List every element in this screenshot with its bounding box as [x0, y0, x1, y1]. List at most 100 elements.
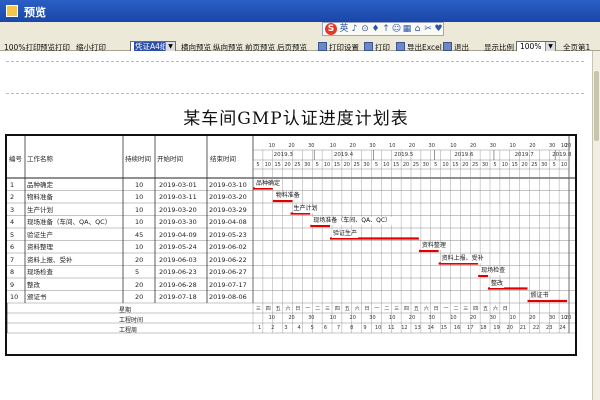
day-tick-label: 20: [288, 143, 295, 149]
day-tick-label: 20: [564, 143, 572, 149]
gantt-bar-label: 颁证书: [529, 292, 550, 300]
task-duration: 10: [135, 205, 144, 214]
weekday-cell: 四: [334, 305, 340, 312]
task-end-date: 2019-06-27: [209, 268, 247, 276]
day-tick-label: 30: [489, 143, 497, 149]
week-number-cell: 11: [388, 325, 395, 331]
vertical-scrollbar[interactable]: [592, 51, 600, 400]
gantt-bar-label: 整改: [490, 279, 505, 288]
column-header: 持续时间: [125, 155, 151, 163]
gantt-bar-label: 物料准备: [274, 192, 301, 200]
task-number: 4: [10, 218, 15, 226]
month-label: 2019.3: [273, 152, 293, 158]
excel-icon: [396, 42, 405, 51]
task-number: 8: [10, 268, 15, 276]
day-counter-label: 10: [323, 161, 331, 168]
day-tick-label: 10: [450, 143, 457, 149]
floating-ime-toolbar[interactable]: S 英 ♪ ⊙ ♦ ↑ ☺ ▦ ⌂ ✂ ♥: [322, 22, 444, 36]
weekday-cell: 三: [394, 305, 400, 312]
app-icon: [6, 5, 18, 17]
day-tick-label: 10: [268, 143, 275, 149]
day-counter-label: 25: [472, 161, 479, 168]
month-label: 2019.6: [454, 152, 474, 158]
week-number-cell: 6: [323, 325, 327, 331]
footer-day-tick: 20: [470, 315, 477, 321]
day-tick-label: 30: [428, 143, 435, 149]
task-start-date: 2019-06-23: [159, 268, 197, 276]
footer-day-tick: 20: [349, 315, 356, 321]
task-duration: 20: [135, 255, 144, 264]
footer-day-tick: 10: [268, 315, 275, 321]
week-number-cell: 1: [257, 325, 262, 331]
ime-logo-icon[interactable]: S: [325, 23, 337, 35]
day-tick-label: 30: [369, 143, 376, 149]
ime-tool-icon[interactable]: ♥: [434, 24, 444, 34]
task-number: 7: [10, 255, 15, 264]
task-name: 物料准备: [27, 193, 53, 201]
task-number: 1: [10, 180, 15, 189]
day-tick-label: 10: [389, 143, 396, 149]
week-number-cell: 21: [519, 325, 527, 331]
window-titlebar: 预览: [0, 0, 600, 22]
printer-icon: [364, 42, 373, 51]
task-start-date: 2019-05-24: [159, 243, 197, 251]
ime-tool-icon[interactable]: ⊙: [360, 24, 370, 34]
scrollbar-thumb[interactable]: [594, 71, 599, 141]
day-counter-label: 10: [442, 161, 449, 168]
week-number-cell: 2: [271, 325, 275, 331]
ime-tool-icon[interactable]: ⌂: [413, 24, 423, 34]
day-counter-label: 20: [462, 161, 469, 168]
ime-tool-icon[interactable]: ▦: [402, 24, 412, 34]
day-counter-label: 20: [284, 161, 291, 168]
weekday-cell: 日: [364, 305, 370, 312]
week-number-cell: 16: [453, 325, 461, 331]
week-number-cell: 20: [506, 325, 513, 331]
weekday-cell: 六: [492, 305, 498, 312]
task-start-date: 2019-03-11: [159, 193, 197, 201]
task-name: 资料整理: [27, 243, 53, 251]
task-name: 颁证书: [27, 293, 47, 301]
gantt-bar-label: 资料上报、受补: [440, 254, 485, 263]
weekday-cell: 一: [374, 305, 380, 312]
weekday-cell: 五: [483, 305, 489, 312]
task-duration: 20: [135, 293, 144, 301]
task-start-date: 2019-06-03: [159, 255, 197, 264]
month-label: 2019.8: [552, 152, 572, 158]
gantt-bar-label: 现场准备（车间、QA、QC）: [312, 217, 393, 225]
ime-tool-icon[interactable]: ☺: [392, 24, 402, 34]
weekday-cell: 四: [404, 305, 410, 312]
day-counter-label: 30: [422, 161, 429, 168]
task-number: 3: [10, 205, 15, 214]
task-end-date: 2019-05-23: [209, 230, 247, 239]
weekday-cell: 六: [354, 305, 360, 312]
task-name: 整改: [27, 280, 40, 289]
task-duration: 10: [135, 193, 144, 201]
task-end-date: 2019-08-06: [209, 293, 247, 301]
footer-day-tick: 10: [389, 315, 396, 321]
weekday-cell: 二: [453, 305, 459, 312]
ime-tool-icon[interactable]: 英: [339, 24, 349, 34]
task-name: 验证生产: [27, 230, 53, 239]
weekday-cell: 四: [473, 305, 479, 312]
weekday-cell: 日: [502, 305, 508, 312]
week-number-cell: 3: [284, 325, 288, 331]
ime-tool-icon[interactable]: ↑: [381, 24, 391, 34]
week-number-cell: 22: [532, 325, 540, 331]
ime-tool-icon[interactable]: ♦: [371, 24, 381, 34]
gantt-bar-label: 生产计划: [292, 204, 319, 213]
footer-day-tick: 10: [509, 315, 516, 321]
ime-tool-icon[interactable]: ♪: [350, 24, 360, 34]
day-counter-label: 30: [541, 161, 548, 168]
gantt-table: 编号 工作名称 持续时间 开始时间 结束时间 2019.3 2019.4 2019.5 2019…: [5, 134, 577, 356]
task-number: 2: [10, 193, 15, 201]
footer-row-label: 工程时间: [119, 316, 144, 324]
week-number-cell: 5: [310, 325, 314, 331]
weekday-cell: 五: [413, 305, 419, 312]
ime-tool-icon[interactable]: ✂: [423, 24, 433, 34]
task-duration: 45: [135, 230, 144, 239]
week-number-cell: 23: [546, 325, 553, 331]
week-number-cell: 15: [440, 325, 448, 331]
footer-day-tick: 20: [408, 315, 416, 321]
task-name: 现场准备（车间、QA、QC）: [27, 218, 112, 226]
task-start-date: 2019-03-20: [159, 205, 197, 214]
